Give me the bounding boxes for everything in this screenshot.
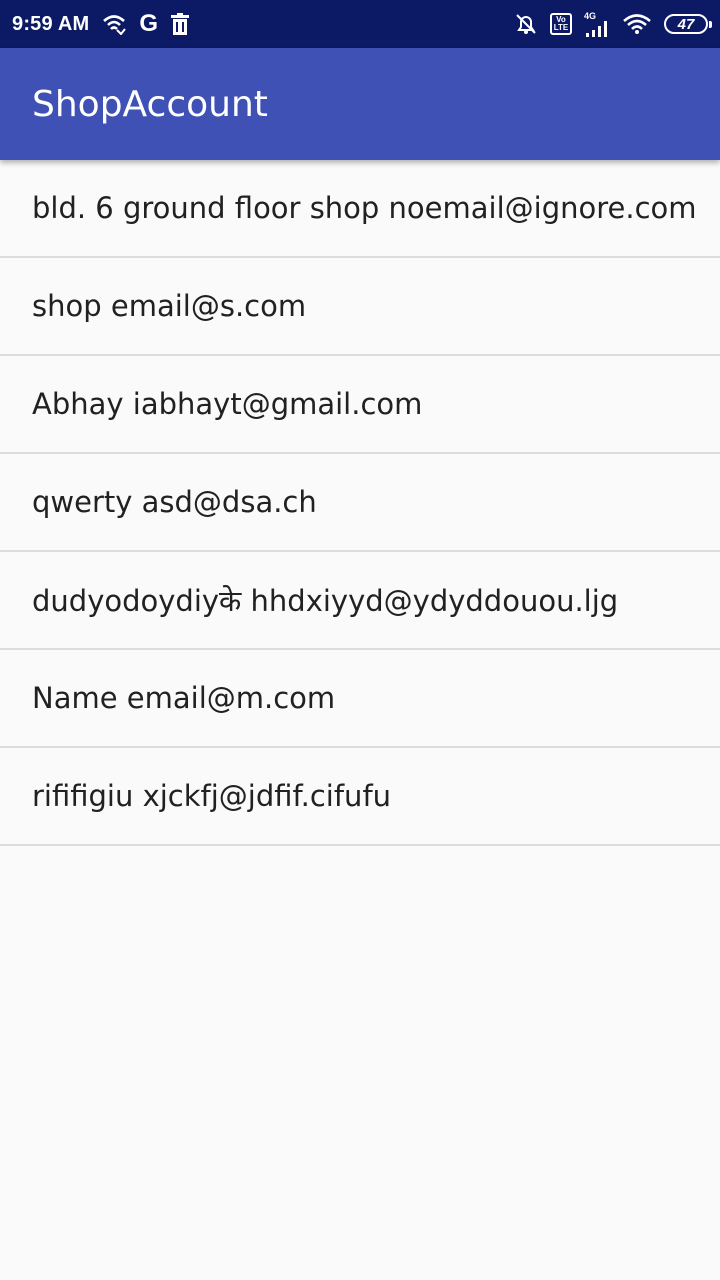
battery-icon: 47 (664, 14, 712, 34)
battery-level: 47 (677, 15, 695, 33)
status-left: 9:59 AM G (12, 12, 202, 36)
status-time: 9:59 AM (12, 12, 90, 35)
volte-bottom-label: LTE (553, 23, 569, 32)
trash-icon (170, 13, 190, 35)
account-list: bld. 6 ground floor shop noemail@ignore.… (0, 160, 720, 846)
signal-icon: 4G (584, 10, 610, 37)
list-item[interactable]: rififigiu xjckfj@jdfif.cifufu (0, 748, 720, 846)
volte-icon: Vo LTE (550, 13, 572, 35)
app-title: ShopAccount (32, 83, 268, 125)
status-right: Vo LTE 4G 47 (502, 10, 712, 37)
alarm-off-icon (514, 12, 538, 36)
list-item[interactable]: Name email@m.com (0, 650, 720, 748)
list-item[interactable]: qwerty asd@dsa.ch (0, 454, 720, 552)
wifi-calling-icon (101, 13, 127, 35)
wifi-icon (622, 13, 652, 35)
list-item[interactable]: Abhay iabhayt@gmail.com (0, 356, 720, 454)
network-type-label: 4G (584, 10, 597, 21)
status-bar: 9:59 AM G Vo LTE 4G 47 (0, 0, 720, 48)
app-bar: ShopAccount (0, 48, 720, 160)
list-item[interactable]: bld. 6 ground floor shop noemail@ignore.… (0, 160, 720, 258)
list-item[interactable]: dudyodoydiyके hhdxiyyd@ydyddouou.ljg (0, 552, 720, 650)
google-icon: G (139, 10, 159, 37)
list-item[interactable]: shop email@s.com (0, 258, 720, 356)
